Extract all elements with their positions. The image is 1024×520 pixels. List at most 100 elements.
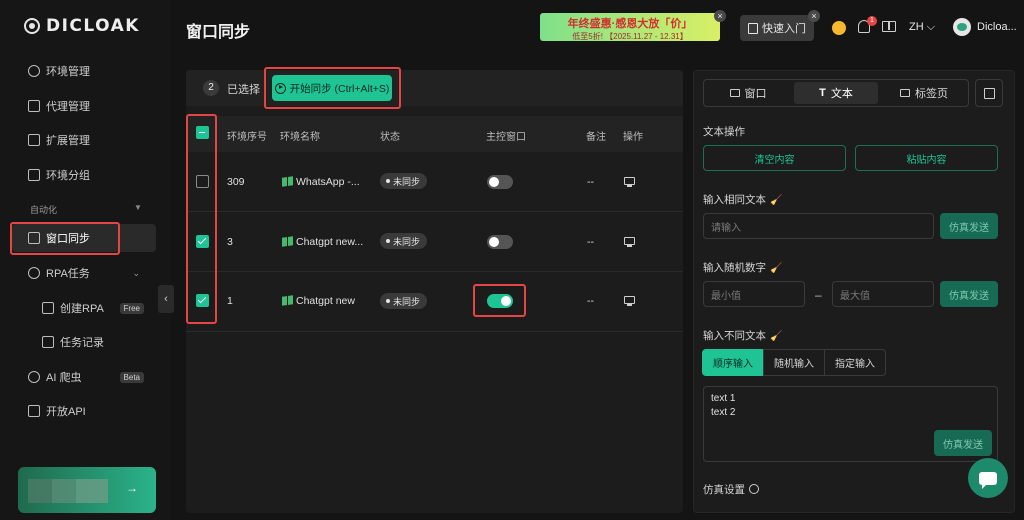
input-placeholder: 最大值 [840, 290, 870, 302]
column-header-actions: 操作 [623, 132, 643, 143]
status-badge: 未同步 [380, 293, 428, 309]
sidebar-item-ai-crawler[interactable]: AI 爬虫 Beta [12, 363, 156, 391]
book-icon[interactable] [882, 21, 896, 32]
quick-start-label: 快速入门 [762, 23, 806, 35]
row-name[interactable]: WhatsApp -... [296, 176, 360, 188]
language-selector[interactable]: ZH ⌵ [909, 21, 935, 34]
username[interactable]: Dicloa... [977, 21, 1017, 33]
sidebar-item-window-sync[interactable]: 窗口同步 [12, 224, 156, 252]
paste-content-button[interactable]: 粘贴内容 [855, 145, 998, 171]
mode-specified[interactable]: 指定输入 [824, 349, 886, 376]
row-seq: 3 [227, 236, 233, 248]
section-title-same-text: 输入相同文本 🧹 [703, 192, 782, 207]
spider-icon [28, 371, 40, 383]
api-icon [28, 405, 40, 417]
chevron-down-icon[interactable]: ▼ [134, 203, 142, 212]
avatar[interactable] [953, 18, 971, 36]
column-header-seq: 环境序号 [227, 132, 267, 143]
input-placeholder: 最小值 [711, 290, 741, 302]
sidebar-item-label: 扩展管理 [46, 135, 90, 147]
simulate-send-button[interactable]: 仿真发送 [934, 430, 992, 456]
text-line: text 1 [711, 393, 736, 404]
group-icon [28, 169, 40, 181]
sidebar-item-open-api[interactable]: 开放API [12, 397, 156, 425]
banner-subtitle: 低至5折! 【2025.11.27 - 12.31】 [572, 32, 688, 41]
coin-icon[interactable] [832, 21, 846, 35]
column-header-note: 备注 [586, 132, 606, 143]
sidebar-item-extensions[interactable]: 扩展管理 [12, 126, 156, 154]
collapse-sidebar-button[interactable]: ‹ [158, 285, 174, 313]
sidebar-item-create-rpa[interactable]: 创建RPA Free [12, 294, 156, 322]
select-all-checkbox[interactable] [196, 126, 209, 139]
logo[interactable]: DICLOAK [24, 16, 140, 36]
tab-text[interactable]: T 文本 [794, 82, 878, 104]
sidebar-item-proxy[interactable]: 代理管理 [12, 92, 156, 120]
logo-text: DICLOAK [46, 16, 140, 36]
monitor-icon[interactable] [624, 177, 635, 187]
sidebar-item-label: AI 爬虫 [46, 372, 82, 384]
clear-content-button[interactable]: 清空内容 [703, 145, 846, 171]
banner-title: 年终盛惠·感恩大放「价」 [567, 18, 693, 30]
close-icon[interactable]: × [714, 10, 726, 22]
input-placeholder: 请输入 [711, 222, 741, 234]
simulate-send-button[interactable]: 仿真发送 [940, 281, 998, 307]
section-title-label: 输入相同文本 [703, 194, 766, 206]
promo-card[interactable]: → [18, 467, 156, 513]
row-checkbox[interactable] [196, 294, 209, 307]
monitor-icon[interactable] [624, 296, 635, 306]
status-text: 未同步 [393, 296, 421, 307]
mode-random[interactable]: 随机输入 [763, 349, 825, 376]
sidebar-item-label: 代理管理 [46, 101, 90, 113]
simulation-settings[interactable]: 仿真设置 [703, 482, 759, 497]
section-title-diff-text: 输入不同文本 🧹 [703, 328, 782, 343]
status-dot [386, 179, 390, 183]
broom-icon[interactable]: 🧹 [770, 263, 782, 274]
promo-banner[interactable]: 年终盛惠·感恩大放「价」 低至5折! 【2025.11.27 - 12.31】 [540, 13, 720, 41]
master-window-toggle[interactable] [487, 294, 513, 308]
tab-window[interactable]: 窗口 [706, 82, 790, 104]
puzzle-icon [28, 134, 40, 146]
master-window-toggle[interactable] [487, 175, 513, 189]
sync-window-icon [28, 232, 40, 244]
row-name[interactable]: Chatgpt new... [296, 236, 363, 248]
panel-tabs: 窗口 T 文本 标签页 [703, 79, 969, 107]
broom-icon[interactable]: 🧹 [770, 195, 782, 206]
chat-support-button[interactable] [968, 458, 1008, 498]
min-value-input[interactable]: 最小值 [703, 281, 805, 307]
sidebar-item-rpa[interactable]: RPA任务 ⌄ [12, 259, 156, 287]
same-text-input[interactable]: 请输入 [703, 213, 934, 239]
section-title-label: 输入随机数字 [703, 262, 766, 274]
sidebar-item-label: 任务记录 [60, 337, 104, 349]
free-badge: Free [119, 302, 144, 314]
max-value-input[interactable]: 最大值 [832, 281, 934, 307]
table-row [186, 152, 683, 212]
row-checkbox[interactable] [196, 175, 209, 188]
logo-icon [24, 18, 40, 34]
sidebar: DICLOAK 环境管理 代理管理 扩展管理 环境分组 自动化 ▼ 窗口同步 R… [0, 0, 170, 520]
quick-start-button[interactable]: 快速入门 [740, 15, 814, 41]
start-sync-button[interactable]: 开始同步 (Ctrl+Alt+S) [272, 75, 392, 101]
broom-icon[interactable]: 🧹 [770, 331, 782, 342]
selected-count-badge: 2 [203, 80, 219, 96]
status-dot [386, 239, 390, 243]
row-name[interactable]: Chatgpt new [296, 295, 355, 307]
store-icon [42, 302, 54, 314]
simulate-send-button[interactable]: 仿真发送 [940, 213, 998, 239]
mode-sequential[interactable]: 顺序输入 [702, 349, 764, 376]
tab-tabs[interactable]: 标签页 [882, 82, 966, 104]
windows-icon [282, 176, 293, 187]
sidebar-item-task-records[interactable]: 任务记录 [12, 328, 156, 356]
monitor-icon[interactable] [624, 237, 635, 247]
row-checkbox[interactable] [196, 235, 209, 248]
sidebar-item-groups[interactable]: 环境分组 [12, 161, 156, 189]
table-row [186, 212, 683, 272]
close-icon[interactable]: × [808, 10, 820, 22]
master-window-toggle[interactable] [487, 235, 513, 249]
sidebar-item-label: 开放API [46, 406, 86, 418]
sidebar-item-environment[interactable]: 环境管理 [12, 57, 156, 85]
status-text: 未同步 [393, 236, 421, 247]
table-row [186, 272, 683, 332]
start-sync-label: 开始同步 (Ctrl+Alt+S) [289, 82, 390, 95]
file-icon [42, 336, 54, 348]
popout-button[interactable] [975, 79, 1003, 107]
